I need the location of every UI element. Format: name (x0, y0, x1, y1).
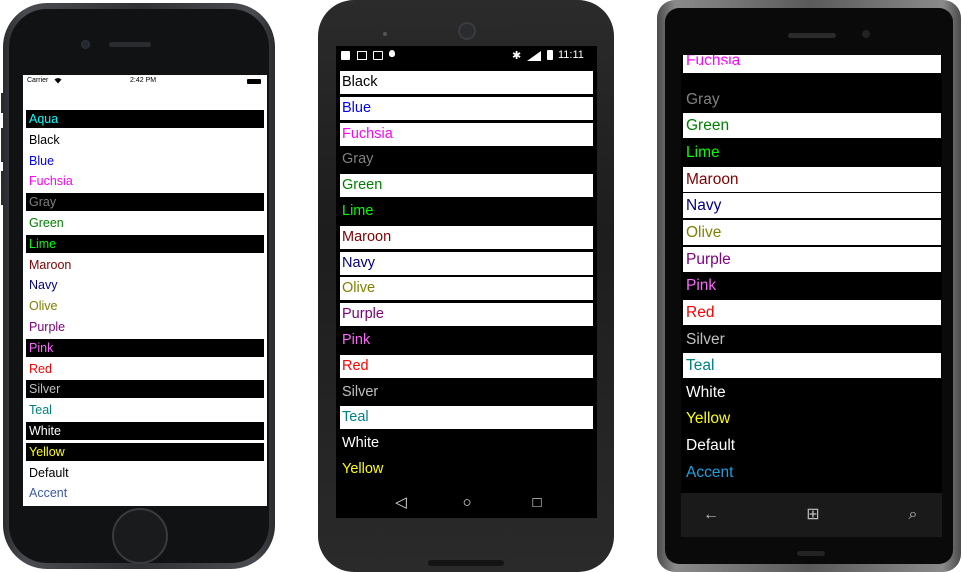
image-notification-icon (357, 51, 367, 60)
android-nav-bar: ◁ ○ □ (336, 488, 597, 518)
list-item[interactable]: Lime (26, 234, 264, 253)
list-item[interactable]: Teal (26, 401, 264, 420)
list-item[interactable]: Maroon (26, 255, 264, 274)
android-bottom-speaker (428, 560, 504, 566)
list-item[interactable]: Olive (683, 219, 941, 245)
back-button[interactable]: ◁ (381, 488, 421, 518)
list-item[interactable]: Teal (683, 353, 941, 379)
list-item[interactable]: Navy (340, 251, 593, 275)
list-item[interactable]: Lime (683, 139, 941, 165)
signal-icon (527, 51, 541, 61)
list-item[interactable]: White (683, 379, 941, 405)
windows-phone-device: Fuchsia Gray Green Lime Maroon Navy Olive Purpl… (657, 0, 961, 572)
location-notification-icon (389, 50, 395, 57)
android-device: ✱ 11:11 Black Blue Fuchsia Gray Green Lime Mar… (318, 0, 614, 572)
search-button[interactable]: ⌕ (893, 493, 933, 537)
list-item[interactable]: Navy (26, 276, 264, 295)
list-item[interactable]: Silver (340, 380, 593, 404)
status-time: 11:10 (910, 61, 935, 72)
iphone-mute-switch (1, 93, 4, 113)
status-time: 2:42 PM (130, 77, 157, 84)
list-item[interactable]: Accent (26, 484, 264, 503)
home-button[interactable]: ○ (447, 488, 487, 518)
list-item[interactable]: Purple (683, 246, 941, 272)
list-item[interactable]: Gray (683, 86, 941, 112)
list-item[interactable]: Purple (26, 318, 264, 336)
list-item[interactable]: Red (26, 359, 264, 378)
android-status-bar: ✱ 11:11 (336, 46, 597, 70)
back-button[interactable]: ← (691, 493, 731, 537)
list-item[interactable]: Blue (340, 96, 593, 120)
list-item[interactable]: White (340, 432, 593, 456)
list-item[interactable]: Black (340, 71, 593, 94)
iphone-volume-down (1, 171, 4, 205)
message-icon (723, 64, 734, 72)
list-item[interactable]: Yellow (26, 442, 264, 461)
list-item[interactable]: Red (683, 299, 941, 325)
bluetooth-icon: ✱ (512, 50, 522, 62)
carrier-label: Carrier (27, 77, 49, 84)
iphone-status-bar: Carrier 2:42 PM (23, 75, 267, 87)
list-item[interactable]: Maroon (340, 225, 593, 249)
list-item[interactable]: Fuchsia (26, 172, 264, 191)
list-item[interactable]: Red (340, 354, 593, 378)
list-item[interactable]: Green (683, 113, 941, 139)
windows-phone-status-bar: ⫽ 11:10 (681, 55, 942, 77)
list-item[interactable]: Default (683, 433, 941, 459)
battery-icon (547, 50, 553, 60)
iphone-speaker (109, 42, 151, 47)
signal-icon (688, 64, 699, 73)
list-item[interactable]: Black (26, 130, 264, 149)
list-item[interactable]: Pink (340, 329, 593, 352)
list-item[interactable]: Aqua (26, 110, 264, 128)
list-item[interactable]: Fuchsia (340, 122, 593, 146)
list-item[interactable]: White (26, 422, 264, 440)
list-item[interactable]: Accent (683, 459, 941, 485)
status-time: 11:11 (558, 49, 584, 61)
list-item[interactable]: Silver (683, 326, 941, 352)
list-item[interactable]: Blue (26, 151, 264, 170)
windows-phone-nav-bar: ← ⊞ ⌕ (681, 493, 942, 537)
windows-phone-speaker (788, 33, 836, 38)
recents-button[interactable]: □ (517, 488, 557, 518)
list-item[interactable]: Olive (26, 297, 264, 316)
battery-icon (881, 64, 899, 72)
list-item[interactable]: Teal (340, 406, 593, 430)
list-item[interactable]: Gray (26, 193, 264, 212)
list-item[interactable]: Green (340, 174, 593, 198)
list-item[interactable]: Gray (340, 148, 593, 172)
android-camera-icon (458, 22, 476, 40)
list-item[interactable]: Green (26, 214, 264, 232)
screen-notification-icon (373, 51, 383, 60)
iphone-screen: Carrier 2:42 PM Aqua Black Blue Fuchsia Gray… (23, 75, 267, 506)
list-item[interactable]: Lime (340, 200, 593, 223)
list-item[interactable]: Navy (683, 193, 941, 219)
wifi-icon: ⫽ (708, 61, 713, 72)
facebook-notification-icon (341, 51, 350, 60)
location-icon (740, 63, 749, 72)
list-item[interactable]: Maroon (683, 166, 941, 192)
start-button[interactable]: ⊞ (793, 493, 833, 537)
android-sensor (383, 32, 387, 36)
iphone-device: Carrier 2:42 PM Aqua Black Blue Fuchsia Gray… (1, 3, 275, 569)
battery-icon (247, 79, 261, 84)
list-item[interactable]: Default (26, 463, 264, 482)
windows-phone-bottom-slot (797, 551, 825, 556)
iphone-home-button[interactable] (112, 508, 168, 564)
windows-phone-screen: Fuchsia Gray Green Lime Maroon Navy Olive Purpl… (681, 55, 942, 493)
iphone-camera-icon (81, 40, 90, 49)
list-item[interactable]: Yellow (683, 406, 941, 432)
list-item[interactable]: Purple (340, 303, 593, 327)
list-item[interactable]: Olive (340, 277, 593, 301)
list-item[interactable]: Pink (683, 273, 941, 299)
iphone-volume-up (1, 128, 4, 162)
wifi-icon (54, 78, 62, 84)
android-screen: ✱ 11:11 Black Blue Fuchsia Gray Green Lime Mar… (336, 46, 597, 518)
list-item[interactable]: Yellow (340, 458, 593, 481)
list-item[interactable]: Pink (26, 338, 264, 357)
list-item[interactable]: Silver (26, 380, 264, 399)
windows-phone-camera-icon (862, 30, 870, 38)
